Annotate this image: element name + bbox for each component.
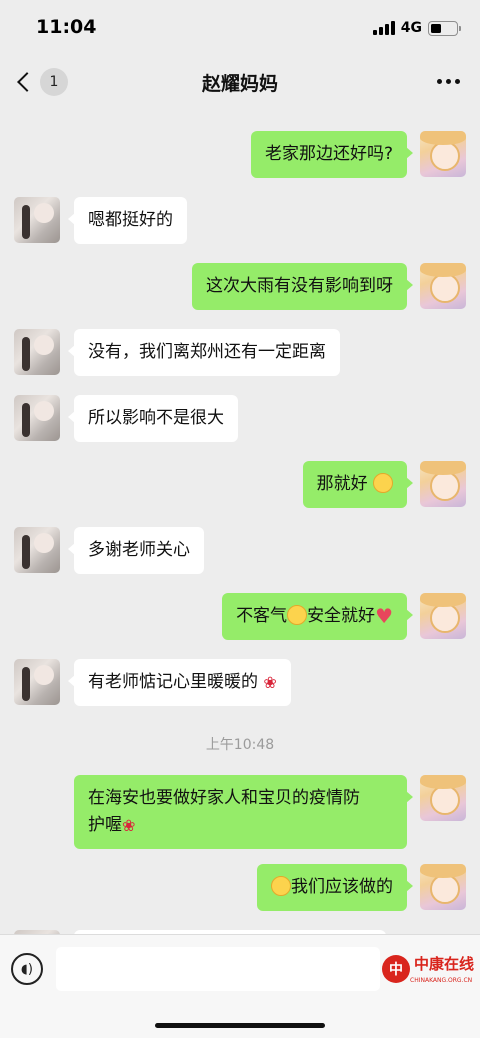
message-bubble-received[interactable]: 多谢老师关心	[68, 527, 204, 574]
message-text: 安全就好	[307, 606, 376, 626]
my-avatar[interactable]	[420, 131, 466, 177]
network-type: 4G	[400, 20, 422, 36]
message-bubble-sent[interactable]: 不客气 安全就好♥	[222, 593, 413, 640]
contact-avatar[interactable]	[14, 395, 60, 441]
chat-title: 赵耀妈妈	[201, 73, 278, 95]
message-text: 没有，我们离郑州还有一定距离	[88, 342, 326, 362]
signal-icon	[372, 21, 395, 35]
message-bubble-received[interactable]: 有老师惦记心里暖暖的 ❀	[68, 659, 291, 706]
my-avatar[interactable]	[420, 461, 466, 507]
message-bubble-sent[interactable]: 老家那边还好吗?	[250, 131, 414, 178]
message-bubble-sent[interactable]: 我们应该做的	[257, 864, 413, 911]
heart-emoji-icon: ♥	[375, 604, 393, 628]
watermark-text: 中康在线	[414, 955, 475, 973]
message-bubble-sent[interactable]: 这次大雨有没有影响到呀	[192, 263, 413, 310]
message-text: 有老师惦记心里暖暖的	[88, 672, 258, 692]
message-text: 我们应该做的	[291, 877, 393, 897]
message-bubble-received[interactable]: 没有，我们离郑州还有一定距离	[68, 329, 340, 376]
message-bubble-received[interactable]: 所以影响不是很大	[68, 395, 238, 442]
contact-avatar[interactable]	[14, 527, 60, 573]
my-avatar[interactable]	[420, 864, 466, 910]
home-indicator[interactable]	[155, 1023, 325, 1028]
contact-avatar[interactable]	[14, 329, 60, 375]
message-bubble-received[interactable]: 嗯都挺好的	[68, 197, 187, 244]
message-text-line: 护喔	[88, 815, 122, 835]
message-text: 那就好	[316, 474, 368, 494]
watermark-subtext: CHINAKANG.ORG.CN	[410, 977, 473, 984]
message-input[interactable]	[56, 947, 380, 991]
my-avatar[interactable]	[420, 263, 466, 309]
message-text: 所以影响不是很大	[88, 408, 224, 428]
message-bubble-sent[interactable]: 那就好	[302, 461, 414, 508]
message-text: 嗯都挺好的	[88, 210, 173, 230]
message-text: 不客气	[236, 606, 288, 626]
status-indicators: 4G	[372, 18, 461, 38]
input-bar: ◖) 中 中康在线 CHINAKANG.ORG.CN	[0, 934, 480, 1038]
grin-emoji-icon	[271, 876, 291, 896]
voice-icon[interactable]: ◖)	[11, 953, 43, 985]
status-time: 11:04	[36, 16, 97, 38]
message-bubble-sent[interactable]: 在海安也要做好家人和宝贝的疫情防 护喔❀	[74, 775, 413, 849]
my-avatar[interactable]	[420, 775, 466, 821]
battery-icon	[428, 20, 461, 36]
watermark: 中 中康在线 CHINAKANG.ORG.CN	[380, 951, 476, 991]
smile-emoji-icon	[287, 605, 308, 625]
contact-avatar[interactable]	[14, 659, 60, 705]
message-text: 这次大雨有没有影响到呀	[206, 276, 393, 296]
chat-area[interactable]: 老家那边还好吗? 嗯都挺好的 这次大雨有没有影响到呀 没有，我们离郑州还有一定距…	[0, 106, 480, 934]
message-text-line: 在海安也要做好家人和宝贝的疫情防	[88, 788, 360, 808]
message-text: 多谢老师关心	[88, 540, 190, 560]
my-avatar[interactable]	[420, 593, 466, 639]
contact-avatar[interactable]	[14, 197, 60, 243]
smile-emoji-icon	[373, 473, 393, 493]
message-text: 老家那边还好吗?	[264, 144, 393, 164]
rose-emoji-icon: ❀	[122, 816, 136, 835]
watermark-logo: 中	[382, 955, 410, 983]
rose-emoji-icon: ❀	[263, 673, 277, 692]
nav-bar: 1 赵耀妈妈	[0, 58, 480, 106]
more-icon[interactable]	[437, 79, 460, 84]
message-timestamp: 上午10:48	[205, 737, 275, 753]
status-bar: 11:04 4G	[0, 0, 480, 58]
